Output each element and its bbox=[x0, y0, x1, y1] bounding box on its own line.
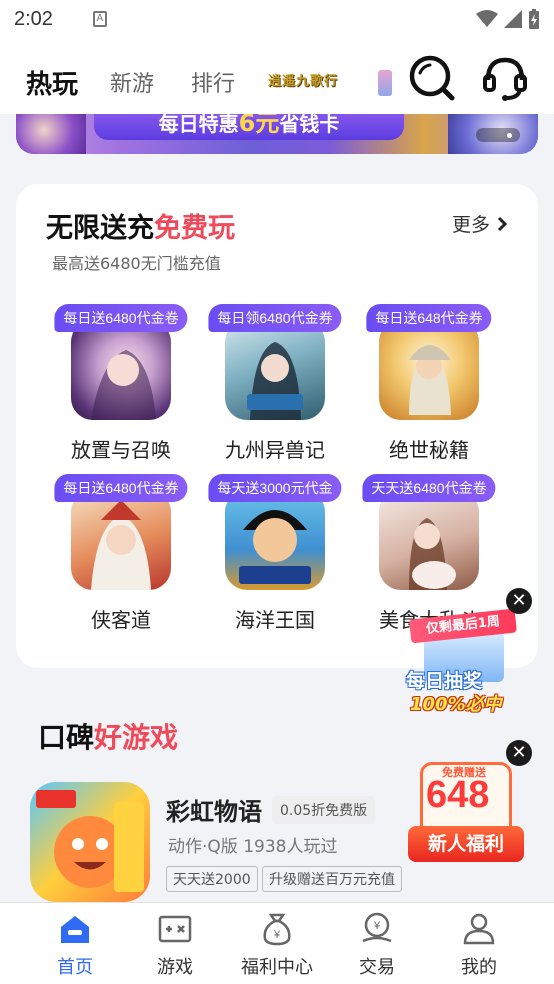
status-icons bbox=[476, 9, 540, 29]
game-badge: 每天送3000元代金 bbox=[208, 474, 342, 502]
tab-home[interactable]: 首页 bbox=[20, 903, 130, 984]
tab-trade[interactable]: ¥ 交易 bbox=[322, 903, 432, 984]
top-nav: 热玩 新游 排行 逍遥九歌行 bbox=[0, 38, 554, 114]
game-icon[interactable] bbox=[30, 782, 150, 902]
daily-lottery-float[interactable]: 仅剩最后1周 每日抽奖 100%必中 bbox=[404, 608, 524, 715]
game-card[interactable]: 每日送6480代金卷 放置与召唤 bbox=[46, 304, 196, 464]
game-badge: 天天送6480代金卷 bbox=[362, 474, 496, 502]
svg-text:¥: ¥ bbox=[273, 929, 281, 941]
tab-hot[interactable]: 热玩 bbox=[26, 64, 78, 101]
game-name: 九州异兽记 bbox=[225, 440, 325, 462]
free-recharge-title: 无限送充免费玩 bbox=[46, 206, 235, 245]
game-icon bbox=[225, 320, 325, 420]
banner-character-left bbox=[16, 114, 86, 154]
game-card[interactable]: 每日送648代金券 绝世秘籍 bbox=[354, 304, 504, 464]
close-newbie-button[interactable]: ✕ bbox=[506, 740, 532, 766]
lottery-line2: 100%必中 bbox=[410, 694, 502, 715]
tab-welfare-label: 福利中心 bbox=[241, 957, 313, 977]
gift-ribbon: 新人福利 bbox=[408, 826, 524, 862]
banner-title-prefix: 每日特惠 bbox=[158, 114, 239, 136]
tab-home-label: 首页 bbox=[57, 957, 93, 977]
lottery-line1: 每日抽奖 bbox=[406, 670, 483, 692]
tab-games[interactable]: 游戏 bbox=[120, 903, 230, 984]
tab-new[interactable]: 新游 bbox=[110, 66, 154, 98]
signal-icon bbox=[504, 10, 522, 28]
game-badge: 每日领6480代金券 bbox=[208, 304, 342, 332]
svg-text:¥: ¥ bbox=[373, 920, 381, 932]
free-recharge-title-highlight: 免费玩 bbox=[154, 213, 235, 243]
good-games-title-main: 口碑 bbox=[38, 722, 95, 753]
tab-mine[interactable]: 我的 bbox=[424, 903, 534, 984]
tab-mine-label: 我的 bbox=[461, 957, 497, 977]
free-recharge-subtitle: 最高送6480无门槛充值 bbox=[52, 254, 221, 273]
game-card[interactable]: 每日送6480代金券 侠客道 bbox=[46, 474, 196, 634]
free-recharge-card: 无限送充免费玩 最高送6480无门槛充值 更多 每日送6480代金卷 放置与召唤… bbox=[16, 184, 538, 668]
game-name: 放置与召唤 bbox=[71, 440, 171, 462]
banner-title: 每日特惠6元省钱卡 bbox=[94, 114, 404, 140]
search-icon[interactable] bbox=[406, 52, 456, 102]
game-name[interactable]: 彩虹物语 bbox=[166, 792, 262, 827]
banner-pagination bbox=[476, 128, 520, 142]
headset-icon[interactable] bbox=[480, 52, 530, 102]
battery-charging-icon bbox=[529, 9, 539, 29]
tab-games-label: 游戏 bbox=[157, 957, 193, 977]
good-games-title: 口碑好游戏 bbox=[38, 716, 178, 756]
gamepad-icon bbox=[158, 915, 192, 943]
more-label: 更多 bbox=[451, 214, 490, 236]
game-card[interactable]: 每日领6480代金券 九州异兽记 bbox=[200, 304, 350, 464]
brand-logo[interactable]: 逍遥九歌行 bbox=[268, 70, 372, 96]
game-badge: 每日送6480代金券 bbox=[54, 474, 188, 502]
benefit-chip: 升级赠送百万元充值 bbox=[262, 866, 402, 892]
tab-ranking[interactable]: 排行 bbox=[191, 66, 235, 98]
game-name: 侠客道 bbox=[91, 610, 151, 632]
brand-logo-partial[interactable] bbox=[378, 70, 392, 96]
good-games-title-highlight: 好游戏 bbox=[94, 722, 179, 753]
free-recharge-title-main: 无限送充 bbox=[46, 213, 154, 243]
discount-tag: 0.05折免费版 bbox=[272, 796, 376, 824]
banner-title-suffix: 省钱卡 bbox=[279, 114, 340, 136]
wifi-icon bbox=[476, 10, 498, 27]
a-notification-icon: A bbox=[92, 11, 107, 27]
game-name: 绝世秘籍 bbox=[389, 440, 469, 462]
banner-title-highlight: 6元 bbox=[238, 114, 280, 137]
game-icon bbox=[71, 490, 171, 590]
game-icon bbox=[379, 490, 479, 590]
game-icon bbox=[225, 490, 325, 590]
game-name: 海洋王国 bbox=[235, 610, 315, 632]
newbie-gift-float[interactable]: 免费赠送 648 新人福利 bbox=[408, 760, 524, 864]
tab-trade-label: 交易 bbox=[359, 957, 395, 977]
game-icon bbox=[71, 320, 171, 420]
profile-icon bbox=[463, 913, 495, 945]
chevron-right-icon bbox=[497, 216, 508, 232]
game-card[interactable]: 每天送3000元代金 海洋王国 bbox=[200, 474, 350, 634]
status-time: 2:02 bbox=[14, 7, 53, 30]
game-icon bbox=[379, 320, 479, 420]
game-badge: 每日送6480代金卷 bbox=[54, 304, 188, 332]
close-lottery-button[interactable]: ✕ bbox=[506, 588, 532, 614]
benefit-chip: 天天送2000 bbox=[166, 866, 258, 892]
home-icon bbox=[61, 916, 89, 943]
status-bar: 2:02 A bbox=[0, 0, 554, 38]
game-badge: 每日送648代金券 bbox=[366, 304, 492, 332]
tab-welfare[interactable]: ¥ 福利中心 bbox=[222, 903, 332, 984]
game-meta: 动作·Q版 1938人玩过 bbox=[168, 837, 338, 857]
promo-banner[interactable]: 每日特惠6元省钱卡 bbox=[16, 114, 538, 154]
more-button[interactable]: 更多 bbox=[452, 210, 508, 237]
money-bag-icon: ¥ bbox=[263, 913, 291, 946]
trade-icon: ¥ bbox=[362, 912, 392, 943]
gift-amount: 648 bbox=[426, 774, 490, 816]
bottom-tab-bar: 首页 游戏 ¥ 福利中心 ¥ 交易 我的 bbox=[0, 902, 554, 984]
